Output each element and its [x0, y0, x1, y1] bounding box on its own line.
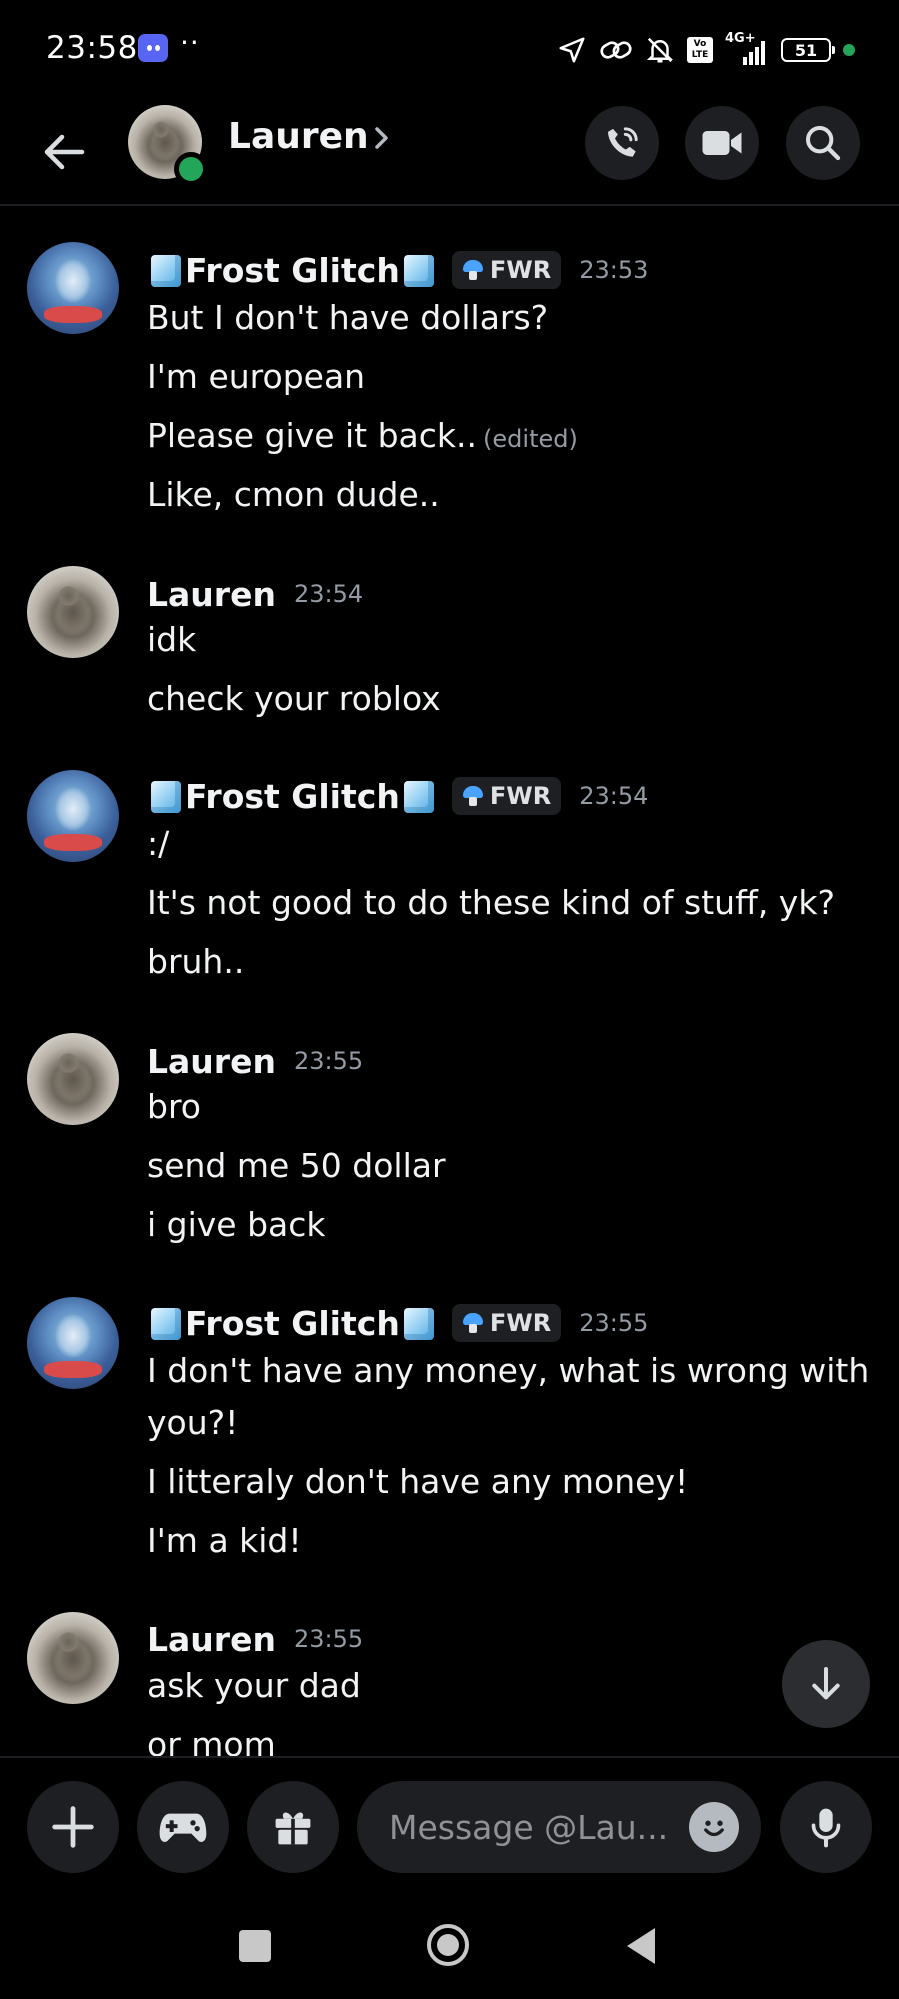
author-name[interactable]: Frost Glitch [147, 251, 438, 290]
search-button[interactable] [786, 106, 860, 180]
server-tag-badge[interactable]: FWR [451, 251, 562, 289]
message-text[interactable]: I don't have any money, what is wrong wi… [147, 1351, 869, 1390]
message-timestamp: 23:55 [293, 1047, 364, 1075]
gamepad-icon [159, 1813, 207, 1842]
ice-cube-emoji-icon [151, 780, 181, 813]
smile-face-icon [704, 1820, 724, 1837]
mushroom-icon [462, 785, 484, 807]
message-header: Frost Glitch FWR 23:55 [147, 1301, 648, 1345]
message-text[interactable]: Please give it back.. (edited) [147, 416, 578, 455]
home-button[interactable] [425, 1922, 471, 1968]
mute-bell-icon [646, 37, 674, 63]
message-text[interactable]: I'm european [147, 357, 365, 396]
message-header: Frost Glitch FWR 23:53 [147, 248, 648, 292]
lauren-avatar[interactable] [27, 1612, 119, 1704]
message-text[interactable]: It's not good to do these kind of stuff,… [147, 883, 835, 922]
frost-avatar[interactable] [27, 242, 119, 334]
discord-notification-icon [138, 34, 168, 62]
mushroom-icon [462, 259, 484, 281]
voice-call-button[interactable] [585, 106, 659, 180]
author-name[interactable]: Frost Glitch [147, 777, 438, 816]
message-text[interactable]: idk [147, 620, 196, 659]
message-header: Frost Glitch FWR 23:54 [147, 774, 648, 818]
gift-icon [275, 1812, 311, 1845]
status-icons: Vo LTE 4G+ 51 [557, 30, 855, 70]
message-input[interactable] [387, 1806, 681, 1848]
message-text[interactable]: i give back [147, 1205, 326, 1244]
link-icon [600, 41, 632, 59]
volte-icon: Vo LTE [687, 37, 713, 63]
server-tag-badge[interactable]: FWR [451, 777, 562, 815]
message-text[interactable]: bro [147, 1087, 201, 1126]
battery-icon: 51 [781, 38, 835, 62]
message-header: Lauren 23:54 [147, 572, 363, 616]
message-timestamp: 23:54 [579, 782, 649, 810]
ice-cube-emoji-icon [403, 254, 434, 287]
chevron-right-icon[interactable] [372, 124, 392, 152]
frost-avatar[interactable] [27, 1297, 119, 1389]
server-tag-badge[interactable]: FWR [451, 1304, 562, 1342]
voice-message-button[interactable] [780, 1781, 872, 1873]
plus-icon [52, 1806, 94, 1848]
message-text[interactable]: check your roblox [147, 679, 441, 718]
lauren-avatar[interactable] [27, 1033, 119, 1125]
message-body: Please give it back.. [147, 416, 478, 455]
battery-level: 51 [794, 40, 818, 60]
activities-button[interactable] [137, 1781, 229, 1873]
message-timestamp: 23:55 [293, 1625, 364, 1653]
message-text[interactable]: bruh.. [147, 942, 244, 981]
message-header: Lauren 23:55 [147, 1039, 363, 1083]
ice-cube-emoji-icon [151, 254, 181, 287]
arrow-left-icon [44, 134, 85, 170]
jump-to-present-button[interactable] [782, 1640, 870, 1728]
signal-icon: 4G+ [725, 31, 769, 65]
ice-cube-emoji-icon [403, 780, 434, 813]
arrow-down-icon [812, 1667, 840, 1700]
privacy-indicator-dot [843, 44, 855, 56]
message-text[interactable]: send me 50 dollar [147, 1146, 446, 1185]
contact-name[interactable]: Lauren [228, 116, 369, 157]
add-attachment-button[interactable] [27, 1781, 119, 1873]
message-text[interactable]: :/ [147, 824, 169, 863]
message-header: Lauren 23:55 [147, 1617, 363, 1661]
author-name[interactable]: Lauren [147, 575, 276, 614]
message-text[interactable]: But I don't have dollars? [147, 298, 548, 337]
location-icon [559, 37, 585, 63]
message-timestamp: 23:53 [579, 256, 649, 284]
search-icon [806, 125, 841, 161]
message-text[interactable]: ask your dad [147, 1666, 361, 1705]
message-timestamp: 23:54 [293, 580, 364, 608]
more-notifications-icon: ·· [180, 26, 200, 59]
lauren-avatar[interactable] [27, 566, 119, 658]
status-bar: 23:58 ·· Vo LTE 4G+ 51 [0, 0, 899, 100]
author-name[interactable]: Lauren [147, 1042, 276, 1081]
online-status-icon [174, 152, 208, 186]
author-name[interactable]: Lauren [147, 1620, 276, 1659]
message-text[interactable]: I'm a kid! [147, 1521, 302, 1560]
status-time: 23:58 [46, 30, 138, 66]
emoji-button[interactable] [689, 1802, 739, 1852]
edited-label: (edited) [483, 425, 578, 453]
network-type: 4G+ [725, 31, 756, 46]
back-button[interactable] [36, 124, 92, 180]
ice-cube-emoji-icon [403, 1307, 434, 1340]
author-name[interactable]: Frost Glitch [147, 1304, 438, 1343]
ice-cube-emoji-icon [151, 1307, 181, 1340]
system-back-button[interactable] [624, 1926, 658, 1966]
video-camera-icon [702, 131, 742, 155]
message-text[interactable]: I litteraly don't have any money! [147, 1462, 688, 1501]
message-input-container [357, 1781, 761, 1873]
phone-icon [608, 127, 638, 157]
frost-avatar[interactable] [27, 770, 119, 862]
video-call-button[interactable] [685, 106, 759, 180]
message-text[interactable]: Like, cmon dude.. [147, 475, 440, 514]
gift-nitro-button[interactable] [247, 1781, 339, 1873]
message-text[interactable]: you?! [147, 1403, 238, 1442]
message-timestamp: 23:55 [579, 1309, 649, 1337]
mushroom-icon [462, 1312, 484, 1334]
recents-button[interactable] [239, 1930, 271, 1962]
microphone-icon [811, 1808, 841, 1848]
